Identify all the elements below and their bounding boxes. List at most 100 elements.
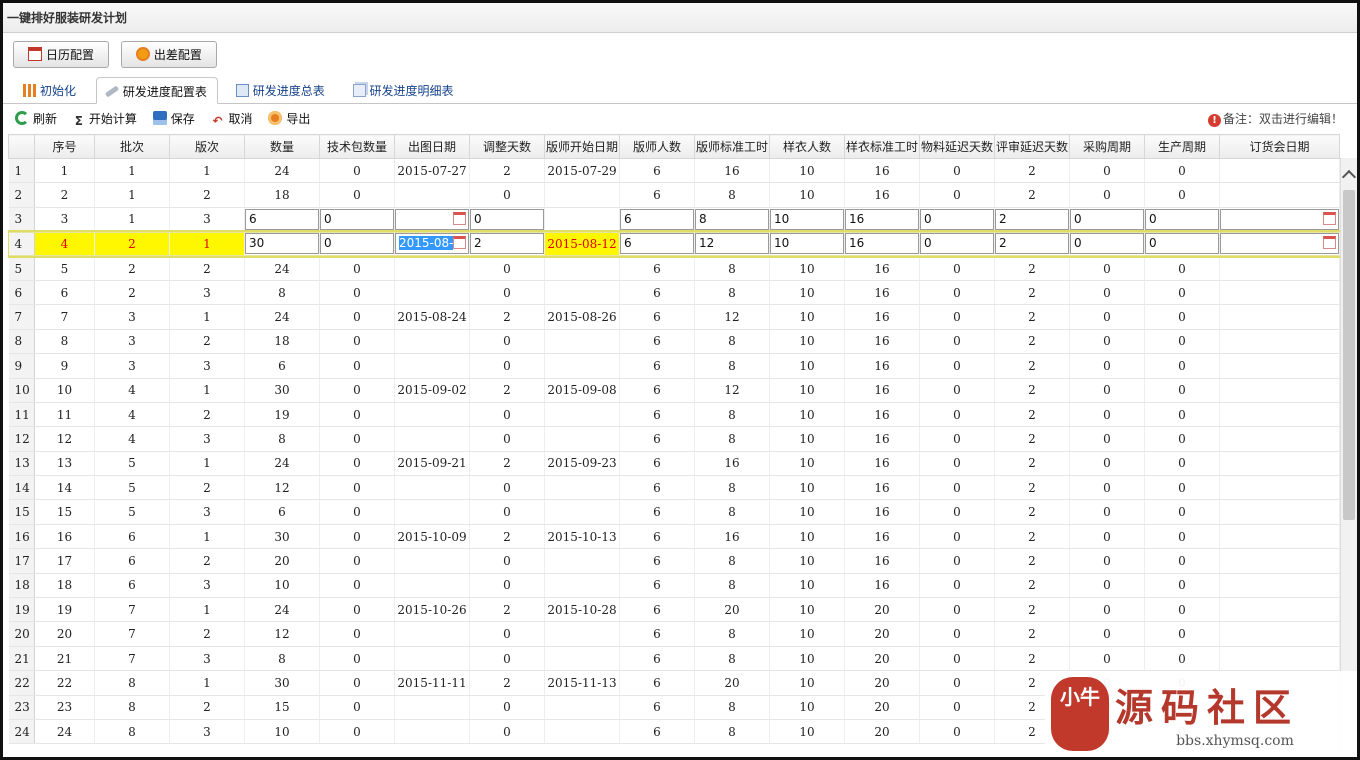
grid-cell[interactable]: 30 bbox=[244, 231, 320, 258]
grid-cell[interactable] bbox=[1219, 402, 1340, 428]
grid-cell[interactable] bbox=[1219, 621, 1340, 647]
grid-cell[interactable]: 0 bbox=[919, 646, 995, 672]
grid-cell[interactable]: 8 bbox=[94, 695, 170, 720]
column-header[interactable]: 调整天数 bbox=[469, 134, 545, 159]
grid-cell[interactable]: 2015-11-11 bbox=[394, 670, 470, 696]
grid-cell[interactable]: 2 bbox=[994, 426, 1070, 452]
grid-cell[interactable]: 0 bbox=[469, 280, 545, 306]
grid-cell[interactable]: 11 bbox=[34, 402, 95, 428]
grid-cell[interactable]: 2 bbox=[169, 695, 245, 720]
tab-progress-config[interactable]: 研发进度配置表 bbox=[95, 77, 218, 104]
vertical-scrollbar[interactable] bbox=[1340, 158, 1357, 757]
grid-cell[interactable]: 0 bbox=[1144, 475, 1220, 501]
grid-cell[interactable]: 8 bbox=[694, 621, 770, 647]
grid-cell[interactable]: 8 bbox=[94, 719, 170, 745]
grid-cell[interactable] bbox=[1219, 524, 1340, 550]
table-row[interactable]: 18 18 6 3 10 0 0 6 8 10 16 0 2 0 0 bbox=[8, 573, 1340, 599]
grid-cell[interactable] bbox=[544, 207, 620, 233]
grid-cell[interactable]: 13 bbox=[34, 451, 95, 477]
grid-cell[interactable] bbox=[394, 719, 470, 745]
grid-cell[interactable]: 8 bbox=[694, 256, 770, 281]
table-row[interactable]: 16 16 6 1 30 0 2015-10-09 2 2015-10-13 6 16 10 16 0 2 0… bbox=[8, 524, 1340, 550]
grid-cell[interactable]: 24 bbox=[244, 304, 320, 330]
grid-cell[interactable]: 0 bbox=[1069, 621, 1145, 647]
grid-cell[interactable]: 1 bbox=[169, 597, 245, 623]
grid-cell[interactable]: 2 bbox=[994, 378, 1070, 403]
grid-cell[interactable]: 0 bbox=[469, 573, 545, 599]
column-header[interactable]: 数量 bbox=[244, 134, 320, 159]
grid-cell[interactable]: 10 bbox=[769, 524, 845, 550]
grid-cell[interactable] bbox=[394, 182, 470, 208]
grid-cell[interactable]: 16 bbox=[844, 573, 920, 599]
date-input[interactable] bbox=[395, 208, 469, 230]
tab-init[interactable]: 初始化 bbox=[15, 77, 86, 103]
grid-cell[interactable]: 0 bbox=[1069, 524, 1145, 550]
grid-cell[interactable]: 16 bbox=[844, 475, 920, 501]
grid-cell[interactable]: 7 bbox=[34, 304, 95, 330]
grid-cell[interactable]: 4 bbox=[94, 402, 170, 428]
grid-cell[interactable]: 5 bbox=[94, 475, 170, 501]
grid-cell[interactable]: 3 bbox=[94, 329, 170, 355]
cell-input[interactable]: 8 bbox=[695, 208, 769, 230]
grid-cell[interactable]: 8 bbox=[244, 280, 320, 306]
grid-cell[interactable]: 6 bbox=[619, 475, 695, 501]
grid-cell[interactable] bbox=[544, 280, 620, 306]
grid-cell[interactable]: 1 bbox=[169, 304, 245, 330]
grid-cell[interactable]: 8 bbox=[694, 182, 770, 208]
grid-cell[interactable]: 8 bbox=[694, 329, 770, 355]
column-header[interactable]: 版次 bbox=[169, 134, 245, 159]
grid-cell[interactable]: 0 bbox=[919, 353, 995, 379]
grid-cell[interactable]: 0 bbox=[319, 280, 395, 306]
column-header[interactable]: 订货会日期 bbox=[1219, 134, 1340, 159]
cell-input[interactable]: 10 bbox=[770, 233, 844, 255]
grid-cell[interactable]: 6 bbox=[619, 353, 695, 379]
refresh-button[interactable]: 刷新 bbox=[15, 110, 57, 127]
grid-cell[interactable]: 1 bbox=[169, 670, 245, 696]
grid-cell[interactable]: 7 bbox=[94, 597, 170, 623]
grid-cell[interactable]: 2 bbox=[994, 280, 1070, 306]
cancel-button[interactable]: ↶ 取消 bbox=[211, 110, 253, 128]
cell-input[interactable]: 2 bbox=[995, 208, 1069, 230]
grid-cell[interactable]: 6 bbox=[619, 670, 695, 696]
grid-cell[interactable]: 20 bbox=[844, 646, 920, 672]
grid-cell[interactable]: 10 bbox=[769, 646, 845, 672]
grid-cell[interactable]: 15 bbox=[244, 695, 320, 720]
grid-cell[interactable]: 8 bbox=[34, 329, 95, 355]
grid-cell[interactable]: 0 bbox=[1144, 499, 1220, 525]
grid-cell[interactable]: 10 bbox=[244, 573, 320, 599]
grid-cell[interactable]: 10 bbox=[769, 548, 845, 574]
grid-cell[interactable]: 2015-09-02 bbox=[394, 378, 470, 403]
tab-progress-detail[interactable]: 研发进度明细表 bbox=[345, 77, 464, 103]
grid-cell[interactable]: 0 bbox=[919, 329, 995, 355]
cell-input[interactable]: 16 bbox=[845, 233, 919, 255]
grid-cell[interactable]: 16 bbox=[844, 402, 920, 428]
grid-cell[interactable]: 2015-10-13 bbox=[544, 524, 620, 550]
grid-cell[interactable]: 19 bbox=[34, 597, 95, 623]
grid-cell[interactable]: 0 bbox=[1069, 378, 1145, 403]
grid-cell[interactable]: 20 bbox=[844, 670, 920, 696]
grid-cell[interactable]: 0 bbox=[319, 524, 395, 550]
grid-cell[interactable]: 10 bbox=[769, 719, 845, 745]
grid-cell[interactable]: 10 bbox=[769, 378, 845, 403]
grid-cell[interactable]: 0 bbox=[919, 451, 995, 477]
grid-cell[interactable] bbox=[544, 621, 620, 647]
grid-cell[interactable]: 6 bbox=[34, 280, 95, 306]
grid-cell[interactable]: 0 bbox=[1069, 280, 1145, 306]
grid-cell[interactable]: 30 bbox=[244, 378, 320, 403]
grid-cell[interactable]: 6 bbox=[94, 548, 170, 574]
grid-cell[interactable]: 4 bbox=[94, 378, 170, 403]
grid-cell[interactable]: 6 bbox=[619, 158, 695, 184]
grid-cell[interactable]: 0 bbox=[469, 499, 545, 525]
grid-cell[interactable]: 8 bbox=[694, 475, 770, 501]
grid-cell[interactable]: 3 bbox=[169, 719, 245, 745]
grid-cell[interactable]: 1 bbox=[169, 451, 245, 477]
grid-cell[interactable]: 0 bbox=[319, 426, 395, 452]
grid-cell[interactable]: 12 bbox=[694, 304, 770, 330]
column-header[interactable]: 样衣人数 bbox=[769, 134, 845, 159]
grid-cell[interactable]: 0 bbox=[1069, 426, 1145, 452]
grid-cell[interactable]: 6 bbox=[244, 353, 320, 379]
grid-cell[interactable] bbox=[394, 329, 470, 355]
grid-cell[interactable]: 0 bbox=[319, 451, 395, 477]
grid-cell[interactable]: 0 bbox=[319, 304, 395, 330]
grid-cell[interactable] bbox=[1219, 451, 1340, 477]
